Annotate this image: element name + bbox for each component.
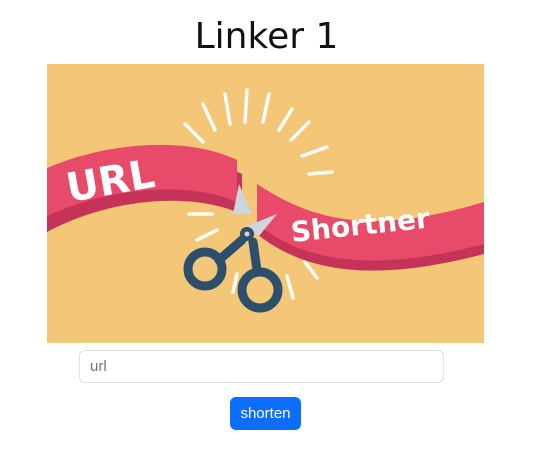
hero-illustration: URL Shortner [47, 64, 484, 343]
page-title: Linker 1 [194, 16, 339, 57]
url-shortener-illustration: URL Shortner [47, 88, 484, 313]
url-input[interactable] [79, 350, 444, 383]
shorten-button[interactable]: shorten [230, 397, 301, 430]
